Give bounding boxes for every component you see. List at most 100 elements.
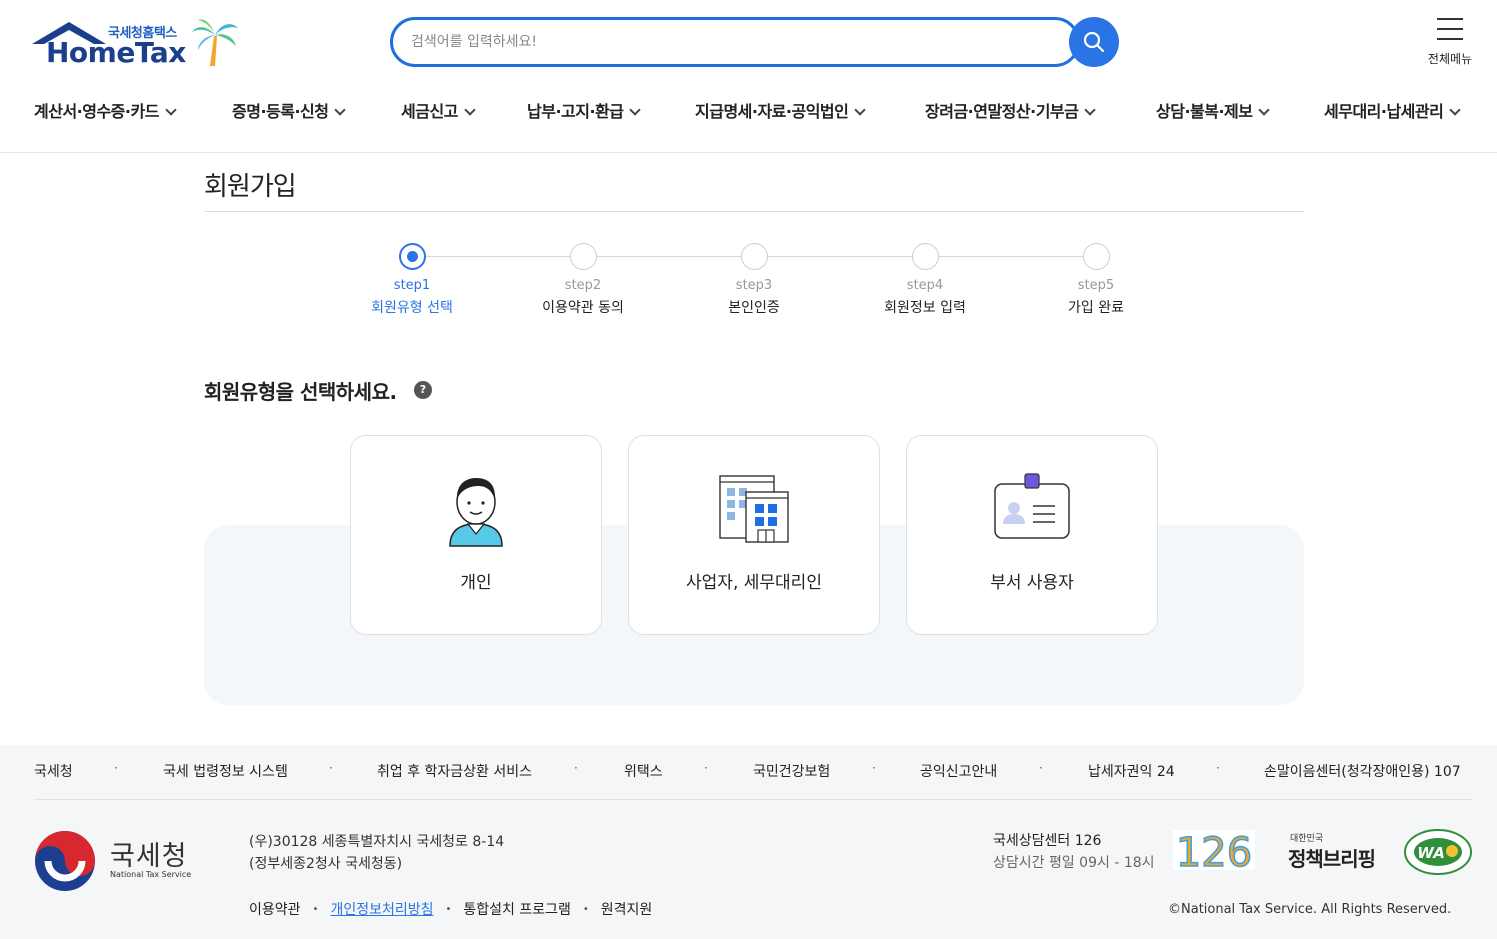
page-title: 회원가입 xyxy=(204,172,297,202)
chevron-down-icon xyxy=(1258,104,1271,116)
nav-label: 세무대리·납세관리 xyxy=(1324,102,1444,121)
footer-link[interactable]: 공익신고안내 xyxy=(920,761,997,781)
hometax-logo[interactable]: 국세청홈택스 HomeTax xyxy=(32,18,242,70)
step-dot xyxy=(1082,243,1110,270)
step-name: 본인인증 xyxy=(728,300,780,316)
call-126-logo[interactable]: 126 xyxy=(1173,828,1255,872)
terms-link[interactable]: 이용약관 xyxy=(249,902,301,918)
step-dot xyxy=(911,243,939,270)
step-name: 회원정보 입력 xyxy=(884,300,966,316)
separator-dot: • xyxy=(445,904,452,915)
nav-item-incentive[interactable]: 장려금·연말정산·기부금 xyxy=(925,98,1097,122)
footer-link[interactable]: 취업 후 학자금상환 서비스 xyxy=(377,761,532,781)
search-box xyxy=(390,17,1080,67)
footer-related-links: 국세청 · 국세 법령정보 시스템 · 취업 후 학자금상환 서비스 · 위택스… xyxy=(34,761,1474,785)
help-icon[interactable]: ? xyxy=(414,381,432,399)
badge-126-text: 126 xyxy=(1176,830,1252,872)
chevron-down-icon xyxy=(464,104,476,116)
nts-name-korean: 국세청 xyxy=(110,841,188,872)
nav-item-agent[interactable]: 세무대리·납세관리 xyxy=(1324,98,1462,122)
step-number: step1 xyxy=(393,278,431,293)
remote-support-link[interactable]: 원격지원 xyxy=(601,902,653,918)
copyright: ©National Tax Service. All Rights Reserv… xyxy=(1168,902,1452,917)
separator-dot: · xyxy=(114,761,118,775)
all-menu-label: 전체메뉴 xyxy=(1427,52,1473,66)
step-2: step2 이용약관 동의 xyxy=(523,240,643,317)
consult-center-title: 국세상담센터 126 xyxy=(993,833,1102,849)
building-icon xyxy=(719,475,789,543)
card-label: 개인 xyxy=(460,573,492,593)
member-type-individual-card[interactable]: 개인 xyxy=(350,435,602,635)
privacy-policy-link[interactable]: 개인정보처리방침 xyxy=(330,902,433,918)
wa-mark-text: WA xyxy=(1417,844,1445,862)
step-name: 회원유형 선택 xyxy=(371,300,453,316)
footer-link[interactable]: 납세자권익 24 xyxy=(1088,761,1175,781)
id-card-icon xyxy=(994,473,1070,539)
nav-item-tax-filing[interactable]: 세금신고 xyxy=(401,98,476,122)
nts-logo[interactable]: 국세청 National Tax Service xyxy=(34,830,194,891)
nav-item-statement[interactable]: 지급명세·자료·공익법인 xyxy=(695,98,867,122)
separator-dot: · xyxy=(1039,761,1043,775)
nav-label: 증명·등록·신청 xyxy=(232,102,329,121)
footer-link[interactable]: 손말이음센터(청각장애인용) 107 xyxy=(1264,761,1461,781)
step-dot xyxy=(569,243,597,270)
step-number: step5 xyxy=(1077,278,1115,293)
step-name: 가입 완료 xyxy=(1068,300,1124,316)
web-accessibility-mark[interactable]: WA xyxy=(1403,827,1473,877)
nav-item-certificate[interactable]: 증명·등록·신청 xyxy=(232,98,347,122)
card-icon-wrap xyxy=(629,472,879,552)
separator-dot: • xyxy=(582,904,589,915)
nav-item-invoice[interactable]: 계산서·영수증·카드 xyxy=(34,98,177,122)
header: 국세청홈택스 HomeTax 전체메뉴 계산서·영수증·카드 증명·등록·신청 … xyxy=(0,0,1497,153)
card-label: 부서 사용자 xyxy=(990,573,1074,593)
section-title: 회원유형을 선택하세요. xyxy=(204,380,397,404)
logo-title: HomeTax xyxy=(46,36,186,69)
card-icon-wrap xyxy=(907,472,1157,552)
consult-center-hours: 상담시간 평일 09시 - 18시 xyxy=(993,855,1155,871)
chevron-down-icon xyxy=(854,104,867,116)
all-menu-button[interactable]: 전체메뉴 xyxy=(1420,18,1480,68)
footer-link[interactable]: 국세청 xyxy=(34,761,73,781)
search-input[interactable] xyxy=(411,30,1051,54)
nav-label: 납부·고지·환급 xyxy=(527,102,624,121)
nav-item-payment[interactable]: 납부·고지·환급 xyxy=(527,98,642,122)
nav-item-consult[interactable]: 상담·불복·제보 xyxy=(1156,98,1271,122)
address-line: (정부세종2청사 국세청동) xyxy=(249,856,403,872)
separator-dot: · xyxy=(1216,761,1220,775)
step-number: step3 xyxy=(735,278,773,293)
chevron-down-icon xyxy=(334,104,347,116)
footer-link[interactable]: 위택스 xyxy=(624,761,663,781)
nts-name-english: National Tax Service xyxy=(110,870,192,879)
address-line: (우)30128 세종특별자치시 국세청로 8-14 xyxy=(249,834,505,850)
divider xyxy=(204,211,1304,212)
separator-dot: • xyxy=(312,904,319,915)
separator-dot: · xyxy=(574,761,578,775)
palm-tree-icon xyxy=(192,19,238,66)
step-name: 이용약관 동의 xyxy=(542,300,624,316)
separator-dot: · xyxy=(329,761,333,775)
footer-policy-links: 이용약관 • 개인정보처리방침 • 통합설치 프로그램 • 원격지원 xyxy=(249,899,652,919)
install-program-link[interactable]: 통합설치 프로그램 xyxy=(463,902,571,918)
separator-dot: · xyxy=(872,761,876,775)
person-icon xyxy=(449,478,503,547)
search-icon xyxy=(1083,31,1105,53)
nav-label: 계산서·영수증·카드 xyxy=(34,102,159,121)
step-dot xyxy=(740,243,768,270)
footer-link[interactable]: 국세 법령정보 시스템 xyxy=(163,761,288,781)
signup-steps: step1 회원유형 선택 step2 이용약관 동의 step3 본인인증 s… xyxy=(0,240,1497,330)
chevron-down-icon xyxy=(1449,104,1462,116)
step-number: step4 xyxy=(906,278,944,293)
member-type-business-card[interactable]: 사업자, 세무대리인 xyxy=(628,435,880,635)
chevron-down-icon xyxy=(1084,104,1097,116)
nav-label: 지급명세·자료·공익법인 xyxy=(695,102,849,121)
card-icon-wrap xyxy=(351,472,601,552)
chevron-down-icon xyxy=(629,104,642,116)
search-button[interactable] xyxy=(1069,17,1119,67)
main-nav: 계산서·영수증·카드 증명·등록·신청 세금신고 납부·고지·환급 지급명세·자… xyxy=(0,98,1497,128)
footer-link[interactable]: 국민건강보험 xyxy=(753,761,830,781)
separator-dot: · xyxy=(704,761,708,775)
member-type-department-card[interactable]: 부서 사용자 xyxy=(906,435,1158,635)
policy-briefing-logo[interactable]: 대한민국 정책브리핑 xyxy=(1288,831,1380,871)
hamburger-icon xyxy=(1437,18,1463,40)
step-dot-active xyxy=(398,243,426,270)
